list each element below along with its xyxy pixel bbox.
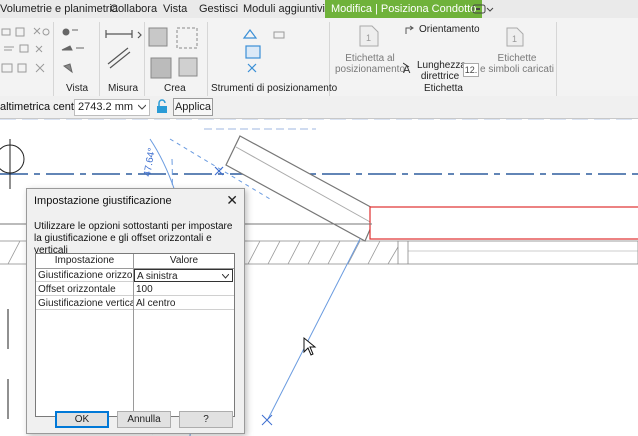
vertical-justification-field[interactable]: Al centro <box>134 297 234 310</box>
column-header-setting: Impostazione <box>36 254 134 269</box>
panel-label-crea: Crea <box>164 83 186 94</box>
loaded-tags-label[interactable]: Etichette e simboli caricati <box>478 53 556 75</box>
dropdown-toggle-icon <box>472 4 494 14</box>
chevron-down-icon <box>138 104 146 110</box>
orientation-label[interactable]: Orientamento <box>419 24 480 35</box>
panel-label-etichetta: Etichetta <box>424 83 463 94</box>
leader-length-label: Lunghezza direttrice <box>417 60 466 82</box>
close-icon[interactable]: ✕ <box>226 192 238 209</box>
panel-separator <box>99 22 100 96</box>
row-name-horizontal-offset: Offset orizzontale <box>36 283 133 296</box>
panel-separator <box>53 22 54 96</box>
vista-tools-icon[interactable] <box>58 24 98 76</box>
tag-on-placement-label[interactable]: Etichetta al posizionamento <box>330 53 410 75</box>
row-name-horizontal-justification: Giustificazione orizzontale <box>36 270 133 282</box>
mouse-cursor-icon <box>303 336 317 356</box>
selected-duct <box>369 206 638 240</box>
cancel-button[interactable]: Annulla <box>117 411 171 428</box>
loaded-tags-icon[interactable]: 1 <box>503 24 527 52</box>
dialog-description: Utilizzare le opzioni sottostanti per im… <box>34 221 233 256</box>
options-bar: altimetrica centrale: 2743.2 mm Applica <box>0 96 638 119</box>
panel-label-vista: Vista <box>66 83 89 94</box>
help-button[interactable]: ? <box>179 411 233 428</box>
panel-label-misura: Misura <box>108 83 139 94</box>
elevation-field[interactable]: 2743.2 mm <box>74 99 150 116</box>
panel-label-placement-tools: Strumenti di posizionamento <box>211 83 338 94</box>
tab-modifica-posiziona-condotto[interactable]: Modifica | Posiziona Condotto <box>325 0 483 18</box>
chevron-down-icon <box>222 274 229 279</box>
tab-gestisci[interactable]: Gestisci <box>199 0 238 18</box>
svg-text:1: 1 <box>512 34 517 44</box>
panel-separator <box>144 22 145 96</box>
panel-separator <box>207 22 208 96</box>
modify-tools-icon[interactable] <box>0 22 55 80</box>
justification-dialog: Impostazione giustificazione ✕ Utilizzar… <box>26 188 245 434</box>
panel-separator <box>556 22 557 96</box>
svg-text:1: 1 <box>366 33 371 43</box>
tab-collabora[interactable]: Collabora <box>110 0 157 18</box>
horizontal-justification-select[interactable]: A sinistra <box>134 269 233 282</box>
placement-tools-icon[interactable] <box>238 24 298 80</box>
horizontal-justification-value: A sinistra <box>137 271 178 282</box>
ribbon-tab-bar: Volumetrie e planimetria Collabora Vista… <box>0 0 638 19</box>
ribbon: 1 Etichetta al posizionamento Orientament… <box>0 18 638 97</box>
settings-grid: Impostazione Valore Giustificazione oriz… <box>35 253 235 417</box>
unlock-icon[interactable] <box>155 99 169 114</box>
tab-vista[interactable]: Vista <box>163 0 187 18</box>
elevation-value: 2743.2 mm <box>78 101 134 113</box>
angle-dimension-text: 47.64° <box>142 147 158 178</box>
apply-button[interactable]: Applica <box>173 98 213 116</box>
column-header-value: Valore <box>134 254 234 269</box>
horizontal-offset-field[interactable]: 100 <box>134 283 234 296</box>
crea-tools-icon[interactable] <box>145 24 205 84</box>
tab-volumetrie[interactable]: Volumetrie e planimetria <box>0 0 118 18</box>
ok-button[interactable]: OK <box>55 411 109 428</box>
tab-options-dropdown[interactable] <box>472 0 494 18</box>
leader-length-field[interactable]: 12. <box>463 63 479 77</box>
leader-length-icon: A <box>403 62 411 75</box>
tab-moduli-aggiuntivi[interactable]: Moduli aggiuntivi <box>243 0 325 18</box>
row-name-vertical-justification: Giustificazione verticale <box>36 298 133 310</box>
dialog-title: Impostazione giustificazione <box>34 195 172 207</box>
orientation-icon <box>405 25 414 34</box>
misura-tools-icon[interactable] <box>104 24 142 76</box>
tag-on-placement-icon[interactable]: 1 <box>356 24 382 50</box>
